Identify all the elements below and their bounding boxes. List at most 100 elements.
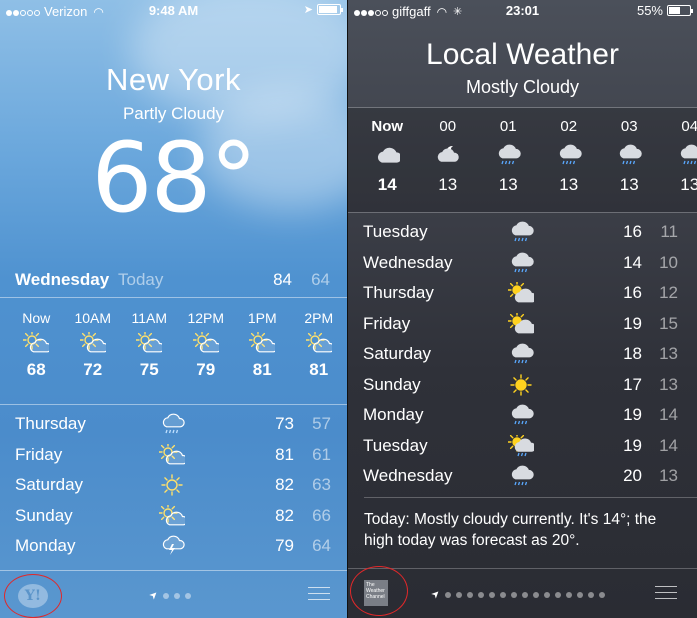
page-dot[interactable] — [577, 591, 584, 598]
daily-forecast: Thursday 73 57 Friday 81 61 Saturday 82 63 Sunday… — [0, 410, 347, 563]
rain-cloud-icon — [539, 135, 600, 175]
day-low: 57 — [312, 414, 331, 433]
page-dot[interactable] — [500, 591, 507, 598]
day-name: Monday — [363, 405, 424, 424]
daily-row: Saturday 18 13 — [348, 340, 697, 371]
location-arrow-icon: ➤ — [303, 4, 313, 16]
page-indicator[interactable]: ➤ — [429, 588, 606, 601]
hour-label: 2PM — [304, 310, 334, 326]
day-name: Tuesday — [363, 435, 428, 455]
day-high: 81 — [275, 444, 294, 464]
day-high: 19 — [623, 313, 642, 333]
hour-label: 01 — [499, 118, 517, 135]
daily-row: Tuesday 16 11 — [348, 218, 697, 249]
daily-row: Thursday 16 12 — [348, 279, 697, 310]
rain-cloud-icon — [660, 135, 697, 175]
hourly-item: 00 13 — [418, 118, 479, 195]
hourly-forecast[interactable]: Now 14 00 13 01 13 02 13 03 13 04 13 — [348, 118, 697, 195]
hour-label: Now — [371, 118, 404, 135]
hour-temp: 13 — [438, 175, 458, 194]
page-dot[interactable] — [544, 591, 551, 598]
page-dot[interactable] — [174, 592, 181, 599]
hourly-item: 2PM 81 — [291, 310, 348, 380]
page-dot[interactable] — [163, 592, 170, 599]
sun-icon — [159, 472, 185, 498]
hour-temp: 13 — [680, 175, 697, 194]
cloud-icon — [357, 135, 418, 175]
today-summary-row: Wednesday Today 84 64 — [0, 268, 347, 294]
day-high: 18 — [623, 344, 642, 363]
page-dot[interactable] — [555, 591, 562, 598]
hourly-item: 10AM 72 — [65, 310, 122, 380]
degree-symbol: ° — [209, 122, 258, 234]
hour-temp: 81 — [309, 360, 329, 379]
annotation-circle — [4, 574, 62, 618]
page-indicator[interactable]: ➤ — [147, 588, 192, 603]
page-dot[interactable] — [599, 591, 606, 598]
page-dot[interactable] — [185, 592, 192, 599]
day-name: Wednesday — [363, 252, 453, 272]
status-bar: Verizon ◠ 9:48 AM ➤ — [0, 0, 347, 22]
page-dot[interactable] — [566, 591, 573, 598]
hourly-item: 02 13 — [539, 118, 600, 195]
divider — [0, 404, 347, 405]
day-low: 13 — [659, 466, 678, 485]
hour-label: 00 — [439, 118, 457, 135]
hour-temp: 75 — [139, 360, 159, 379]
day-name: Saturday — [15, 475, 84, 494]
hourly-item: 03 13 — [599, 118, 660, 195]
yahoo-weather-screen: Verizon ◠ 9:48 AM ➤ New York Partly Clou… — [0, 0, 347, 618]
drizzle-icon — [159, 411, 185, 437]
today-high: 84 — [273, 270, 292, 289]
battery-percent: 55% — [636, 3, 663, 18]
page-dot[interactable] — [511, 591, 518, 598]
page-dot[interactable] — [456, 591, 463, 598]
day-name: Sunday — [15, 505, 73, 525]
page-dot[interactable] — [445, 591, 452, 598]
hour-temp: 81 — [252, 360, 272, 379]
hourly-item: 1PM 81 — [234, 310, 291, 380]
sun-rain-icon — [508, 433, 534, 459]
page-dot[interactable] — [489, 591, 496, 598]
day-low: 14 — [659, 405, 678, 424]
day-low: 61 — [312, 444, 331, 464]
day-name: Thursday — [15, 414, 86, 433]
day-low: 12 — [659, 283, 678, 302]
battery-icon — [317, 4, 343, 15]
hourly-item: Now 14 — [357, 118, 418, 195]
page-dot[interactable] — [522, 591, 529, 598]
day-high: 16 — [623, 222, 642, 241]
page-dot[interactable] — [588, 591, 595, 598]
day-high: 19 — [623, 405, 642, 424]
hourly-forecast[interactable]: Now 68 10AM 72 11AM 75 12PM 79 1PM 81 2PM 81 — [0, 310, 347, 380]
daily-row: Friday 19 15 — [348, 310, 697, 341]
daily-forecast: Tuesday 16 11 Wednesday 14 10 Thursday 16 12 Frid… — [348, 218, 697, 493]
day-high: 17 — [623, 374, 642, 394]
partly-sunny-icon — [159, 442, 185, 468]
hour-label: 02 — [560, 118, 578, 135]
status-bar: giffgaff ◠ ✳ 23:01 55% — [348, 0, 697, 22]
page-dot[interactable] — [467, 591, 474, 598]
current-condition: Mostly Cloudy — [465, 77, 580, 97]
day-low: 66 — [312, 505, 331, 525]
hour-label: Now — [22, 310, 51, 326]
hour-label: 10AM — [74, 310, 112, 326]
hour-label: 12PM — [187, 310, 225, 326]
current-condition: Partly Cloudy — [122, 104, 225, 123]
hour-temp: 72 — [83, 360, 103, 379]
rain-cloud-icon — [508, 402, 534, 428]
city-list-icon[interactable] — [308, 587, 330, 605]
page-dot[interactable] — [533, 591, 540, 598]
hour-temp: 68 — [26, 360, 46, 379]
sun-cloud-icon — [508, 311, 534, 337]
hourly-item: 11AM 75 — [121, 310, 178, 380]
rain-cloud-icon — [508, 463, 534, 489]
current-location-icon: ➤ — [147, 588, 162, 603]
today-low: 64 — [311, 270, 330, 289]
day-name: Wednesday — [363, 466, 453, 485]
sun-icon — [508, 372, 534, 398]
day-high: 16 — [623, 283, 642, 302]
city-list-icon[interactable] — [655, 586, 677, 604]
clock: 9:48 AM — [148, 3, 199, 18]
page-dot[interactable] — [478, 591, 485, 598]
